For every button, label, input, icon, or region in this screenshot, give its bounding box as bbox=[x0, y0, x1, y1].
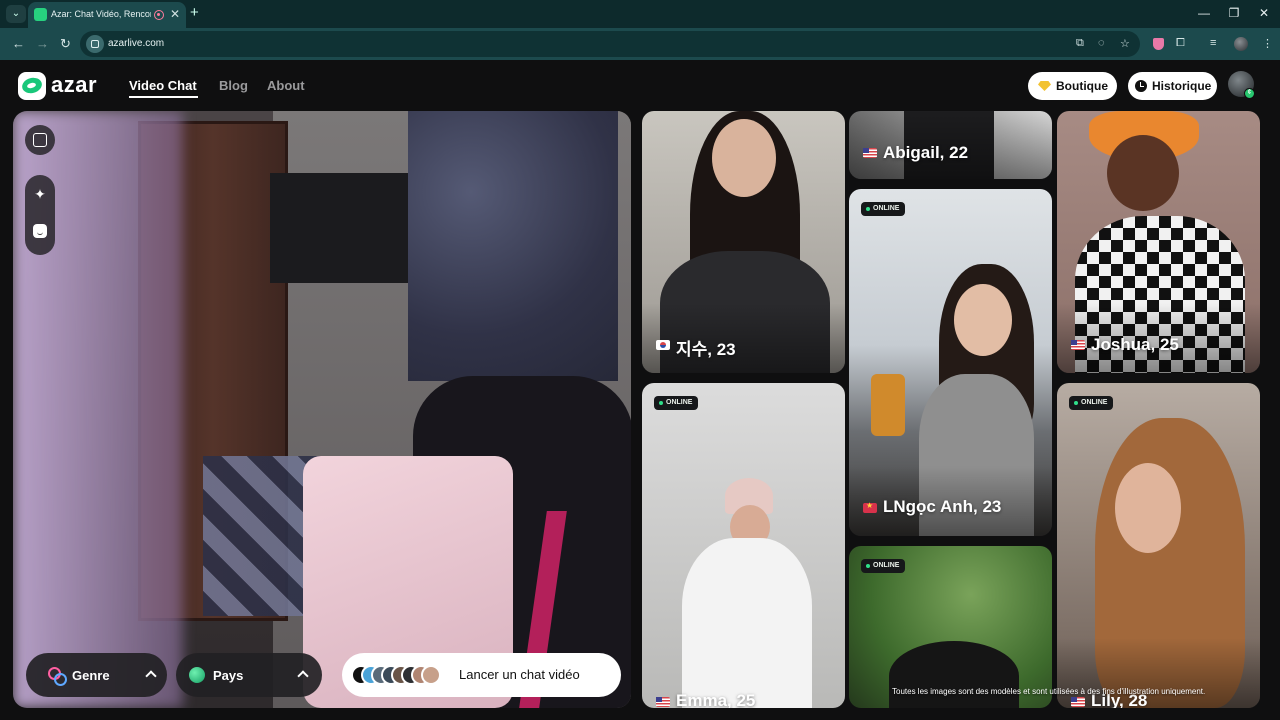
reading-list-icon[interactable]: ≡ bbox=[1210, 37, 1216, 49]
gem-icon bbox=[1038, 81, 1051, 91]
gender-icon bbox=[48, 667, 67, 686]
browser-tab-azar[interactable]: Azar: Chat Vidéo, Rencontre ✕ bbox=[28, 2, 186, 28]
azar-logo-icon[interactable] bbox=[18, 72, 46, 100]
sparkle-filter-icon[interactable]: ✦ bbox=[33, 187, 47, 201]
window-close-button[interactable]: ✕ bbox=[1254, 6, 1274, 20]
us-flag-icon bbox=[656, 697, 670, 707]
forward-arrow-icon[interactable]: → bbox=[36, 36, 49, 51]
expand-icon bbox=[33, 133, 47, 147]
window-restore-button[interactable]: ❐ bbox=[1224, 6, 1244, 20]
extensions-puzzle-icon[interactable]: ⧠ bbox=[1176, 37, 1185, 50]
site-header: azar Video Chat Blog About Boutique Hist… bbox=[0, 60, 1280, 110]
card-shade bbox=[1057, 638, 1260, 708]
azar-favicon-icon bbox=[34, 8, 47, 21]
online-badge: ONLINE bbox=[861, 559, 906, 573]
effects-control-group: ✦ bbox=[25, 175, 55, 255]
history-button[interactable]: Historique bbox=[1128, 72, 1217, 100]
profile-card[interactable]: ONLINE bbox=[849, 546, 1052, 708]
vietnam-flag-icon bbox=[863, 501, 877, 513]
history-label: Historique bbox=[1152, 79, 1212, 93]
profile-card[interactable]: ONLINE LNgọc Anh, 23 bbox=[849, 189, 1052, 536]
tab-title: Azar: Chat Vidéo, Rencontre bbox=[51, 9, 151, 19]
site-info-icon[interactable] bbox=[86, 35, 104, 53]
back-arrow-icon[interactable]: ← bbox=[12, 36, 25, 51]
nav-active-underline bbox=[129, 96, 198, 98]
chevron-up-icon bbox=[145, 670, 157, 682]
clock-icon bbox=[1135, 80, 1147, 92]
stack-avatar bbox=[421, 665, 441, 685]
profile-photo bbox=[642, 383, 845, 708]
avatar-stack bbox=[351, 665, 441, 685]
url-text: azarlive.com bbox=[108, 38, 165, 49]
profile-card[interactable]: Abigail, 22 bbox=[849, 111, 1052, 179]
us-flag-icon bbox=[1071, 697, 1085, 707]
video-curtain bbox=[408, 111, 618, 381]
face-mask-icon[interactable] bbox=[33, 224, 47, 238]
azar-logo-text[interactable]: azar bbox=[51, 72, 97, 98]
nav-video-chat[interactable]: Video Chat bbox=[129, 78, 197, 93]
profile-card[interactable]: Joshua, 25 bbox=[1057, 111, 1260, 373]
image-disclaimer: Toutes les images sont des modèles et so… bbox=[892, 687, 1206, 696]
globe-icon bbox=[189, 667, 205, 683]
online-badge: ONLINE bbox=[861, 202, 906, 216]
online-badge: ONLINE bbox=[654, 396, 699, 410]
country-selector[interactable]: Pays bbox=[176, 653, 322, 697]
nav-about[interactable]: About bbox=[267, 78, 305, 93]
cast-icon[interactable]: ⧉ bbox=[1076, 37, 1084, 50]
profile-card[interactable]: 지수, 23 bbox=[642, 111, 845, 373]
boutique-button[interactable]: Boutique bbox=[1028, 72, 1117, 100]
nav-blog[interactable]: Blog bbox=[219, 78, 248, 93]
profile-name: Emma, 25 bbox=[676, 691, 756, 708]
profile-name: LNgọc Anh, 23 bbox=[883, 497, 1002, 516]
browser-profile-avatar[interactable] bbox=[1234, 37, 1248, 51]
address-bar[interactable]: azarlive.com ⧉ ◌ ☆ bbox=[80, 31, 1140, 57]
start-chat-label: Lancer un chat vidéo bbox=[459, 667, 580, 682]
fullscreen-control[interactable] bbox=[25, 125, 55, 155]
window-minimize-button[interactable]: — bbox=[1194, 6, 1214, 20]
genre-label: Genre bbox=[72, 667, 110, 683]
eye-off-icon[interactable]: ◌ bbox=[1098, 37, 1105, 49]
video-tv bbox=[270, 173, 420, 283]
browser-toolbar: ← → ↻ azarlive.com ⧉ ◌ ☆ ⧠ ≡ ⋮ bbox=[0, 28, 1280, 60]
bookmark-star-icon[interactable]: ☆ bbox=[1120, 37, 1130, 50]
us-flag-icon bbox=[863, 148, 877, 158]
self-video-preview bbox=[13, 111, 631, 708]
reload-icon[interactable]: ↻ bbox=[60, 36, 71, 52]
tab-search-button[interactable]: ⌄ bbox=[6, 5, 26, 23]
korea-flag-icon bbox=[656, 340, 670, 350]
extension-shield-icon[interactable] bbox=[1153, 38, 1164, 50]
tab-close-icon[interactable]: ✕ bbox=[170, 7, 180, 21]
chevron-up-icon bbox=[297, 670, 309, 682]
profile-name: Abigail, 22 bbox=[883, 143, 969, 162]
pays-label: Pays bbox=[213, 667, 244, 683]
browser-menu-icon[interactable]: ⋮ bbox=[1262, 37, 1273, 50]
new-tab-button[interactable]: + bbox=[190, 4, 199, 21]
recording-indicator-icon bbox=[154, 10, 164, 20]
boutique-label: Boutique bbox=[1056, 79, 1108, 93]
profile-card[interactable]: ONLINE Emma, 25 bbox=[642, 383, 845, 708]
avatar-status-badge: ¢ bbox=[1244, 88, 1255, 99]
profile-name: Joshua, 25 bbox=[1091, 335, 1179, 354]
genre-selector[interactable]: Genre bbox=[26, 653, 167, 697]
profile-card[interactable]: ONLINE Lily, 28 bbox=[1057, 383, 1260, 708]
us-flag-icon bbox=[1071, 340, 1085, 350]
online-badge: ONLINE bbox=[1069, 396, 1114, 410]
card-shade bbox=[642, 303, 845, 373]
start-video-chat-button[interactable]: Lancer un chat vidéo bbox=[342, 653, 621, 697]
profile-name: 지수, 23 bbox=[676, 340, 736, 359]
browser-tab-strip: ⌄ Azar: Chat Vidéo, Rencontre ✕ + — ❐ ✕ bbox=[0, 0, 1280, 28]
